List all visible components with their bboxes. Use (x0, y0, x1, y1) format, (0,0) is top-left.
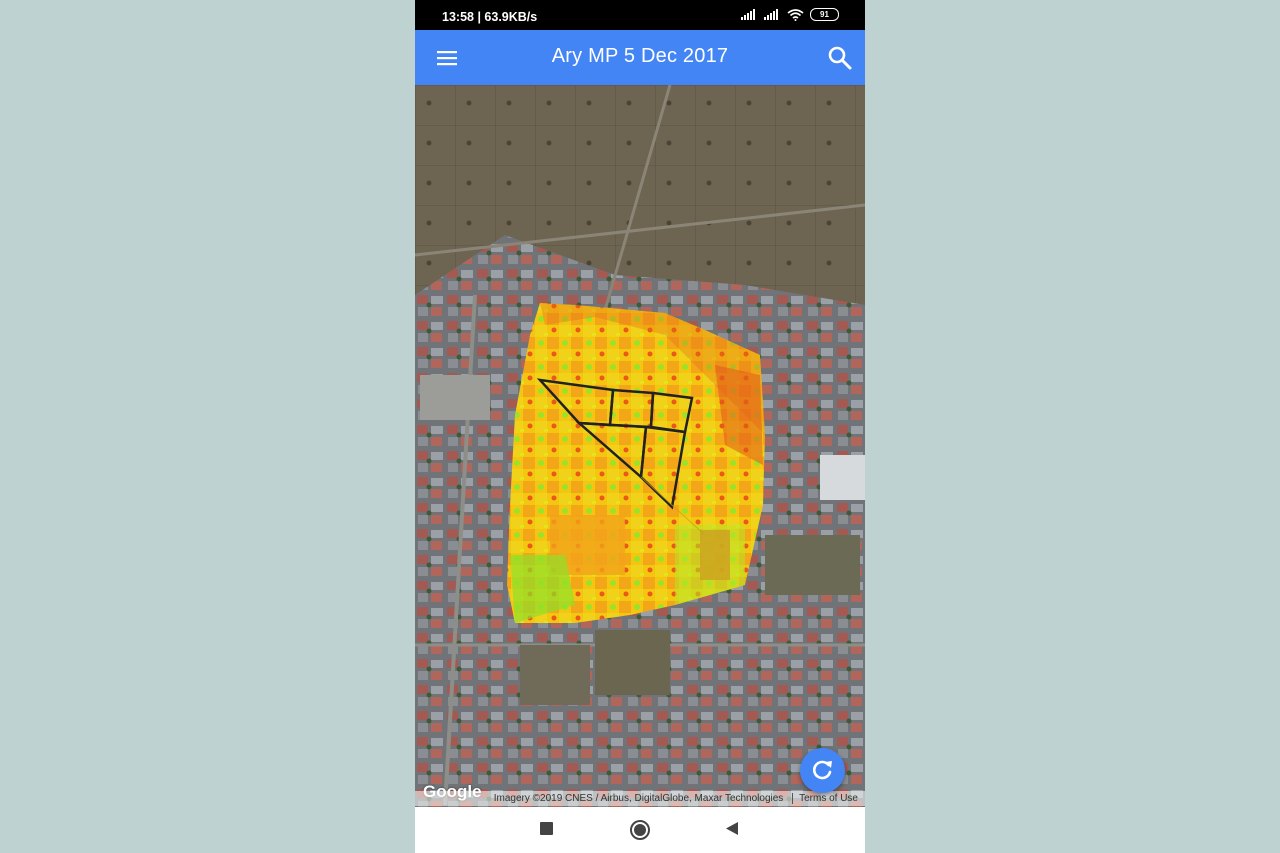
status-bar: 13:58 | 63.9KB/s 91 (415, 0, 865, 30)
square-recents-icon[interactable] (539, 821, 555, 837)
phone-screen: 13:58 | 63.9KB/s 91 Ary MP 5 Dec 2017 Im… (415, 0, 865, 853)
wifi-icon (787, 8, 804, 21)
map-view[interactable]: Google Imagery ©2019 CNES / Airbus, Digi… (415, 85, 865, 807)
terms-of-use-link[interactable]: Terms of Use (792, 793, 858, 804)
search-icon[interactable] (827, 45, 853, 71)
signal-icon (741, 9, 755, 20)
signal-icon-2 (764, 9, 778, 20)
status-time: 13:58 | 63.9KB/s (442, 10, 538, 24)
battery-icon: 91 (810, 8, 839, 21)
navigation-bar (415, 807, 865, 853)
triangle-back-icon[interactable] (724, 821, 740, 837)
page-title: Ary MP 5 Dec 2017 (551, 45, 729, 67)
circle-home-icon[interactable] (629, 819, 651, 841)
status-icons: 91 (741, 8, 839, 21)
refresh-button[interactable] (800, 748, 845, 793)
app-bar: Ary MP 5 Dec 2017 (415, 30, 865, 85)
satellite-imagery (415, 85, 865, 807)
attribution-text: Imagery ©2019 CNES / Airbus, DigitalGlob… (493, 793, 784, 804)
refresh-icon (812, 760, 832, 780)
map-attribution: Imagery ©2019 CNES / Airbus, DigitalGlob… (415, 791, 865, 806)
